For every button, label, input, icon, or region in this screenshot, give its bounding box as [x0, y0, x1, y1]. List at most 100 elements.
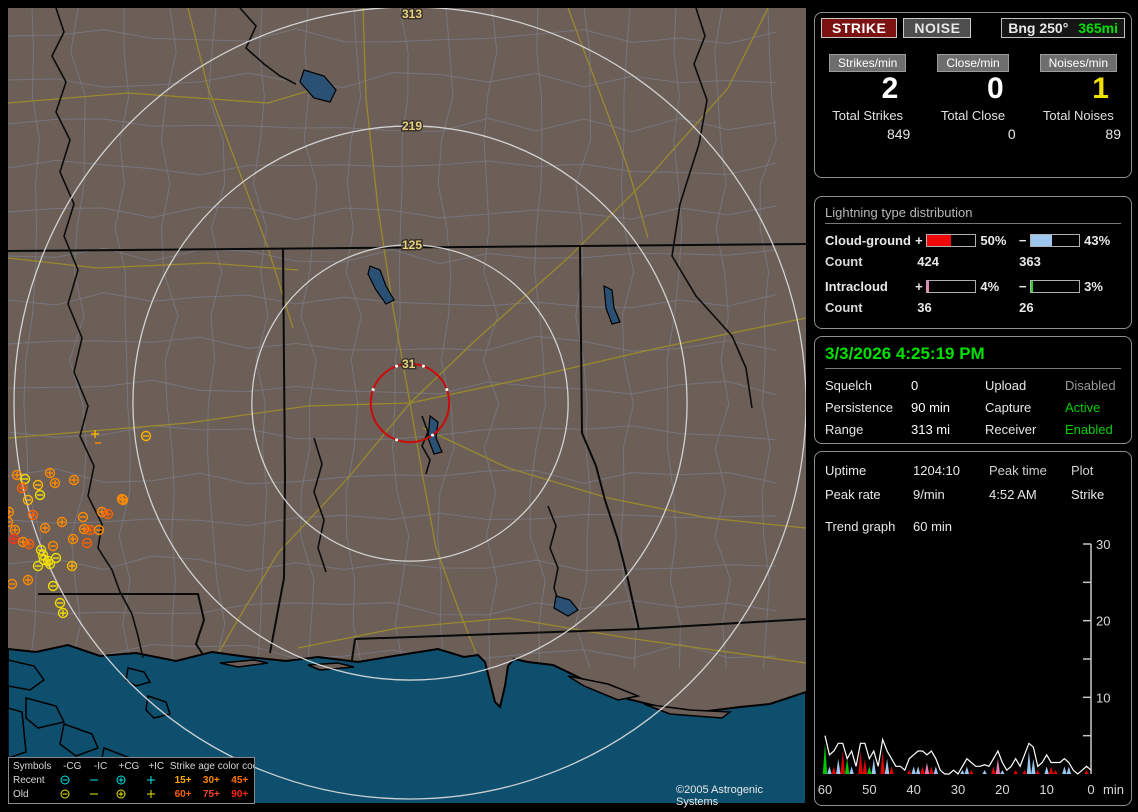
uptime-label: Uptime [825, 463, 867, 478]
status-value: 313 mi [911, 422, 951, 437]
trend-fill [1031, 758, 1036, 774]
x-tick-label: 50 [862, 782, 876, 797]
count-label: Count [825, 254, 863, 269]
x-axis-unit: min [1103, 782, 1124, 797]
trend-fill [929, 766, 934, 774]
status-label: Persistence [825, 400, 893, 415]
distribution-row-intracloud: Intracloud +4% − 3% [825, 279, 1121, 294]
trend-fill [964, 766, 970, 774]
cgn-symbol-icon [60, 775, 70, 785]
bearing-range-value: 365mi [1078, 20, 1118, 36]
plus-sign: + [915, 279, 923, 294]
total-strikes-value: 849 [886, 126, 911, 142]
plot-label: Plot [1071, 463, 1094, 478]
age-code: 30+ [202, 774, 220, 786]
icp-symbol-icon [146, 776, 155, 784]
positive-count: 36 [917, 300, 932, 315]
x-tick-label: 0 [1087, 782, 1094, 797]
ring-tick-dot [445, 388, 449, 392]
bearing-value: Bng 250° [1008, 20, 1069, 36]
peak-time-label: Peak time [989, 463, 1047, 478]
positive-count: 424 [917, 254, 939, 269]
status-label: Squelch [825, 378, 872, 393]
total-strikes-label: Total Strikes [832, 108, 904, 123]
positive-pct: 50% [980, 233, 1007, 248]
ring-tick-dot [430, 433, 434, 437]
total-close-label: Total Close [940, 108, 1006, 123]
icn-symbol-icon [89, 793, 98, 795]
negative-bar [1030, 280, 1081, 293]
range-ring-label: 313 [402, 8, 422, 21]
trend-fill [933, 766, 939, 774]
positive-pct: 4% [980, 279, 1000, 294]
strike-mode-button[interactable]: STRIKE [821, 18, 898, 38]
trend-fill [822, 743, 828, 774]
distribution-title: Lightning type distribution [825, 205, 1121, 224]
cgn-symbol-icon [60, 789, 70, 799]
age-code: 45+ [231, 774, 249, 786]
noises-counter-column: Noises/min 1 Total Noises 89 [1026, 54, 1131, 142]
plus-sign: + [915, 233, 923, 248]
trend-fill [871, 758, 876, 774]
negative-bar [1030, 234, 1081, 247]
bearing-display: Bng 250° 365mi [1001, 18, 1125, 38]
cgp-symbol-icon [116, 789, 126, 799]
status-label: Receiver [985, 422, 1037, 437]
negative-count: 363 [1019, 254, 1041, 269]
trend-fill [907, 770, 912, 774]
trend-fill [920, 766, 925, 774]
trend-fill [1084, 770, 1089, 774]
trend-fill [995, 758, 1001, 774]
type-label: Cloud-ground [825, 233, 911, 248]
plot-value: Strike [1071, 487, 1105, 502]
trend-fill [969, 770, 974, 774]
peak-rate-label: Peak rate [825, 487, 881, 502]
y-tick-label: 20 [1096, 614, 1110, 629]
trend-fill [1048, 766, 1054, 774]
legend-recent-cgn [58, 773, 87, 787]
trend-fill [1013, 770, 1018, 774]
status-label: Upload [985, 378, 1027, 393]
trend-graph: 10 20 30 60 50 40 30 20 10 0 min [818, 537, 1124, 797]
x-tick-label: 60 [818, 782, 832, 797]
trend-fill [991, 766, 996, 774]
trend-fill [889, 766, 894, 774]
noise-mode-button[interactable]: NOISE [903, 18, 972, 38]
legend-symbols-header: Symbols [13, 760, 52, 772]
trend-fill [924, 762, 930, 774]
ring-tick-dot [421, 364, 425, 368]
strikes-per-min-chip[interactable]: Strikes/min [828, 54, 907, 72]
counters-box: STRIKE NOISE Bng 250° 365mi Strikes/min … [814, 12, 1132, 178]
strikes-counter-column: Strikes/min 2 Total Strikes 849 [815, 54, 920, 142]
trend-window-value: 60 min [913, 519, 953, 534]
uptime-value: 1204:10 [913, 463, 960, 478]
trend-fill [1062, 766, 1067, 774]
age-code: 90+ [231, 788, 249, 800]
ring-tick-dot [395, 364, 399, 368]
map-canvas[interactable]: 313 219 125 31 Symbols -CG -IC +CG +IC Stri… [8, 8, 806, 808]
legend-recent-cgp [114, 773, 143, 787]
legend-col-pos-cg: +CG [118, 760, 140, 772]
status-value: 90 min [911, 400, 951, 415]
cgp-symbol-icon [116, 775, 126, 785]
ring-tick-dot [395, 438, 399, 442]
trend-fill [862, 758, 868, 774]
strikes-per-min-value: 2 [881, 72, 899, 105]
ring-tick-dot [371, 388, 375, 392]
copyright-text: ©2005 Astrogenic Systems [676, 784, 763, 808]
trend-fill [836, 758, 841, 774]
lightning-map[interactable]: 313 219 125 31 [8, 8, 806, 804]
status-value: 0 [911, 378, 919, 393]
trend-fill [1026, 751, 1032, 774]
status-label: Range [825, 422, 864, 437]
legend-row-old-label: Old [13, 788, 29, 800]
trend-fill [840, 751, 845, 774]
noises-per-min-chip[interactable]: Noises/min [1039, 54, 1117, 72]
close-per-min-chip[interactable]: Close/min [937, 54, 1009, 72]
trend-fill [867, 766, 872, 774]
trend-graph-label: Trend graph [825, 519, 896, 534]
minus-sign: − [1018, 233, 1027, 248]
age-code: 75+ [202, 788, 220, 800]
x-tick-label: 20 [995, 782, 1009, 797]
x-tick-label: 10 [1039, 782, 1053, 797]
